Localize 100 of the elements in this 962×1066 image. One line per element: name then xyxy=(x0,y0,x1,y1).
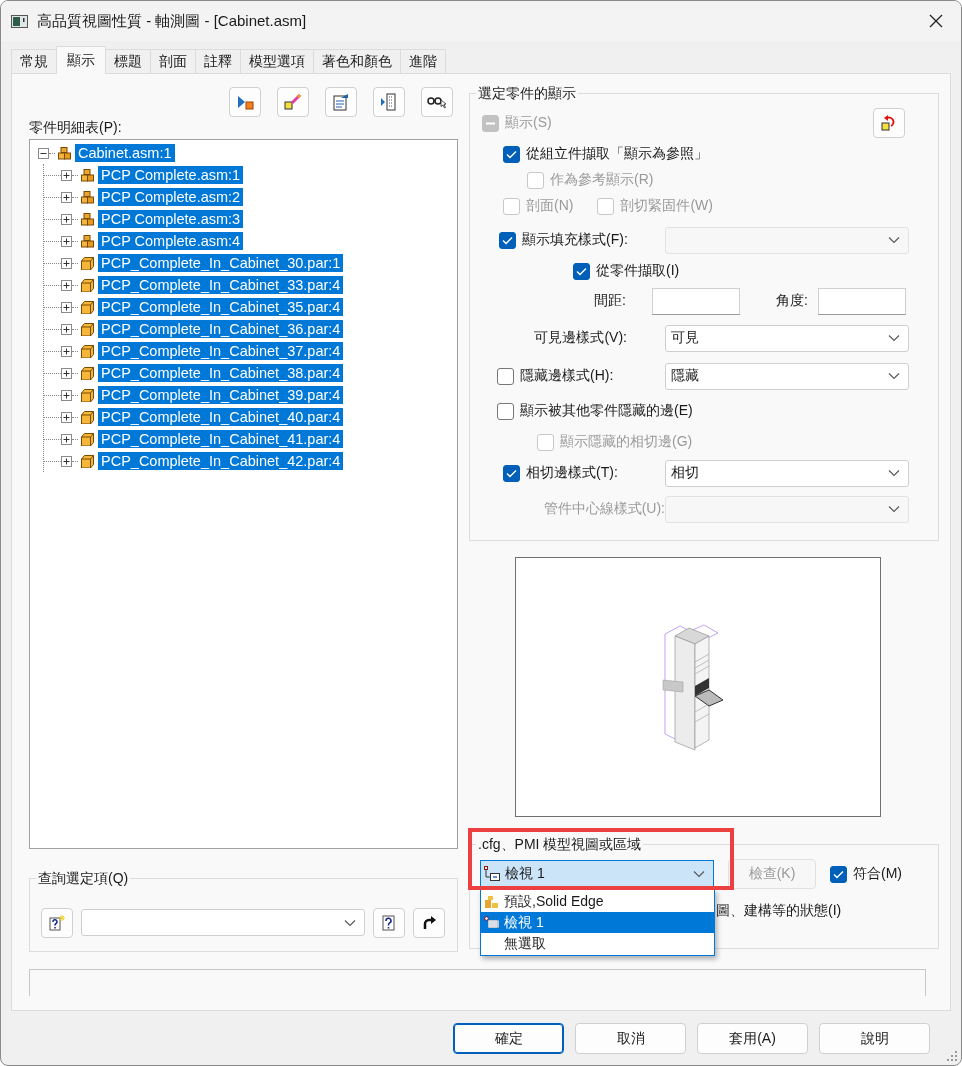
tree-item[interactable]: PCP_Complete_In_Cabinet_36.par:4 xyxy=(98,320,344,338)
tab[interactable]: 進階 xyxy=(400,49,446,73)
query-button[interactable] xyxy=(373,907,405,938)
check-icon xyxy=(506,149,517,159)
expand-icon[interactable] xyxy=(61,257,72,269)
checkbox-label: 顯示填充樣式(F): xyxy=(522,231,628,249)
field-label: 間距: xyxy=(594,292,627,310)
reset-button[interactable] xyxy=(873,108,905,138)
tab[interactable]: 顯示 xyxy=(56,46,106,74)
toolbar-button[interactable] xyxy=(421,87,453,117)
tree-item[interactable]: PCP_Complete_In_Cabinet_37.par:4 xyxy=(98,342,344,360)
checkbox[interactable] xyxy=(497,367,514,385)
chevron-down-icon xyxy=(344,918,356,927)
expand-icon[interactable] xyxy=(61,411,72,423)
cube-pencil-icon xyxy=(284,93,302,111)
dropdown-option[interactable]: 無選取 xyxy=(481,933,714,954)
expand-icon[interactable] xyxy=(61,213,72,225)
tree-item[interactable]: PCP_Complete_In_Cabinet_40.par:4 xyxy=(98,408,344,426)
dialog-button[interactable]: 套用(A) xyxy=(697,1023,808,1054)
chevron-down-icon xyxy=(888,236,900,244)
tree-item[interactable]: PCP_Complete_In_Cabinet_42.par:4 xyxy=(98,452,344,470)
spacing-field[interactable] xyxy=(652,287,740,315)
dialog-button[interactable]: 取消 xyxy=(575,1023,686,1054)
tree-item[interactable]: PCP_Complete_In_Cabinet_38.par:4 xyxy=(98,364,344,382)
dialog-button[interactable]: 確定 xyxy=(453,1023,564,1054)
chevron-down-icon xyxy=(888,334,900,342)
cube-icon xyxy=(81,322,94,336)
expand-icon[interactable] xyxy=(61,235,72,247)
tree-item[interactable]: PCP_Complete_In_Cabinet_35.par:4 xyxy=(98,298,344,316)
tree-item[interactable]: PCP_Complete_In_Cabinet_41.par:4 xyxy=(98,430,344,448)
glasses-icon xyxy=(427,94,447,110)
field-label: 可見邊樣式(V): xyxy=(533,329,627,347)
tree-item[interactable]: PCP Complete.asm:1 xyxy=(98,166,244,184)
dialog-button[interactable]: 說明 xyxy=(819,1023,930,1054)
checkbox-label: 符合(M) xyxy=(853,865,902,883)
tree-item[interactable]: PCP Complete.asm:2 xyxy=(98,188,244,206)
tree-item[interactable]: PCP_Complete_In_Cabinet_30.par:1 xyxy=(98,254,344,272)
blocks-icon xyxy=(81,168,94,182)
arrow-cube-icon xyxy=(236,94,254,110)
cube-arrow-icon xyxy=(881,114,897,132)
clipboard-icon xyxy=(332,93,350,111)
check-icon xyxy=(502,235,513,245)
expand-icon[interactable] xyxy=(61,455,72,467)
expand-icon[interactable] xyxy=(61,345,72,357)
dropdown[interactable]: 可見 xyxy=(665,324,909,352)
help-star-icon xyxy=(49,914,65,931)
grid-view-icon xyxy=(484,915,500,930)
curved-arrow-icon xyxy=(422,915,436,930)
expand-icon[interactable] xyxy=(61,279,72,291)
expand-icon[interactable] xyxy=(61,389,72,401)
dropdown[interactable]: 相切 xyxy=(665,459,909,487)
apply-query-button[interactable] xyxy=(413,907,445,938)
tree-item[interactable]: PCP_Complete_In_Cabinet_33.par:4 xyxy=(98,276,344,294)
checkbox-label: 剖面(N) xyxy=(526,197,574,215)
expand-icon[interactable] xyxy=(61,367,72,379)
resize-grip-icon[interactable] xyxy=(946,1050,958,1062)
expand-icon[interactable] xyxy=(61,301,72,313)
checkbox-label: 顯示(S) xyxy=(505,114,552,132)
chevron-down-icon xyxy=(888,469,900,477)
checkbox[interactable] xyxy=(499,231,516,249)
blocks-icon xyxy=(81,234,94,248)
list-arrow-icon xyxy=(380,93,398,111)
checkbox[interactable] xyxy=(503,145,520,163)
collapse-icon[interactable] xyxy=(38,147,49,159)
check-icon xyxy=(833,869,844,879)
chevron-down-icon xyxy=(888,505,900,513)
expand-icon[interactable] xyxy=(61,169,72,181)
checkbox[interactable] xyxy=(573,262,590,280)
view-dropdown[interactable]: 檢視 1 xyxy=(480,859,714,889)
tree-item[interactable]: PCP Complete.asm:3 xyxy=(98,210,244,228)
checkbox-label: 作為參考顯示(R) xyxy=(550,171,654,189)
angle-field[interactable] xyxy=(818,287,906,315)
expand-icon[interactable] xyxy=(61,323,72,335)
expand-icon[interactable] xyxy=(61,191,72,203)
blocks-icon xyxy=(58,146,71,160)
new-query-button[interactable] xyxy=(41,907,73,938)
cube-icon xyxy=(81,454,94,468)
tab[interactable]: 常規 xyxy=(11,49,57,73)
group-title: 選定零件的顯示 xyxy=(476,84,578,102)
tree-item[interactable]: PCP Complete.asm:4 xyxy=(98,232,244,250)
help-icon xyxy=(382,914,396,931)
cube-icon xyxy=(81,388,94,402)
checkbox-label: 隱藏邊樣式(H): xyxy=(520,367,614,385)
checkbox-label: 從零件擷取(I) xyxy=(596,262,680,280)
check-icon xyxy=(576,266,587,276)
tree-item[interactable]: Cabinet.asm:1 xyxy=(75,144,175,162)
tree-item[interactable]: PCP_Complete_In_Cabinet_39.par:4 xyxy=(98,386,344,404)
checkbox[interactable] xyxy=(503,464,520,482)
checkbox-label: 從組立件擷取「顯示為參照」 xyxy=(526,145,708,163)
dropdown-option[interactable]: 檢視 1 xyxy=(481,912,714,933)
cube-icon xyxy=(81,410,94,424)
dropdown[interactable]: 隱藏 xyxy=(665,362,909,390)
cube-icon xyxy=(81,278,94,292)
dropdown-option[interactable]: 預設,Solid Edge xyxy=(481,891,714,912)
checkbox[interactable] xyxy=(830,865,847,883)
expand-icon[interactable] xyxy=(61,433,72,445)
checkbox-label: 剖切緊固件(W) xyxy=(620,197,713,215)
checkbox[interactable] xyxy=(497,402,514,420)
view-icon xyxy=(484,866,501,882)
blocks-icon xyxy=(81,190,94,204)
